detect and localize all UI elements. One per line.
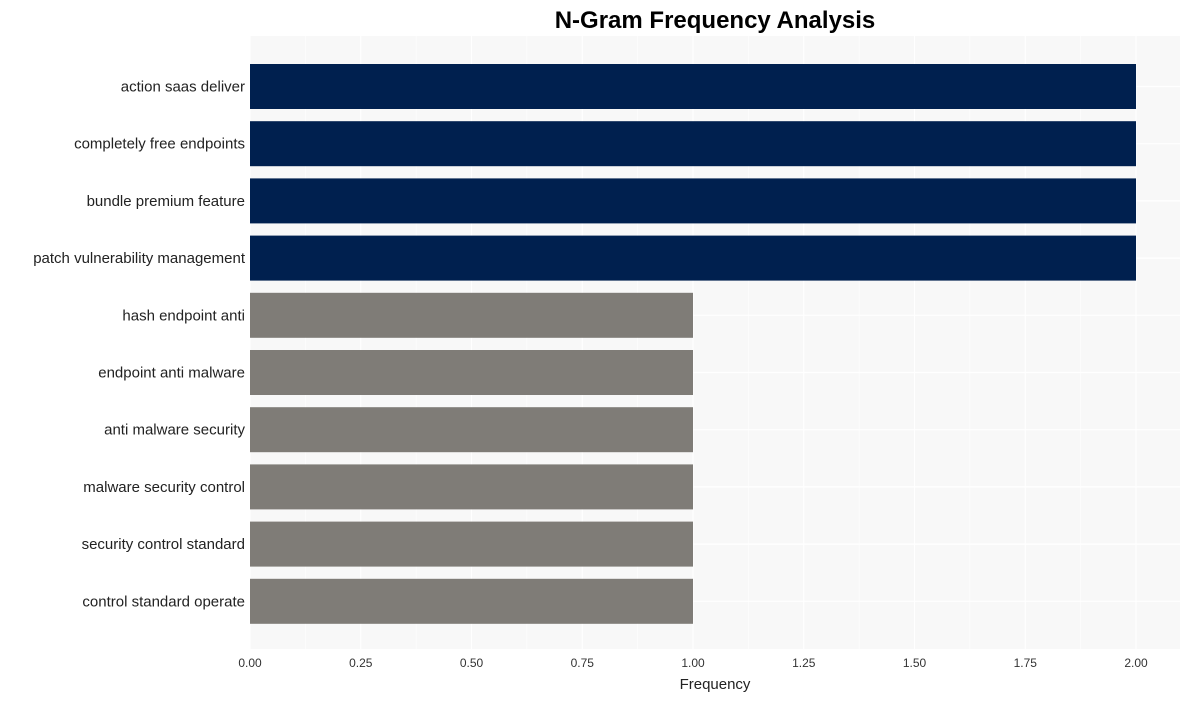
x-tick-label: 1.50	[903, 656, 927, 670]
y-tick-label: security control standard	[82, 536, 245, 553]
x-tick-label: 1.75	[1014, 656, 1038, 670]
x-tick-label: 0.00	[238, 656, 262, 670]
x-axis-ticks: 0.00 0.25 0.50 0.75 1.00 1.25 1.50 1.75 2.00	[238, 656, 1148, 670]
y-tick-label: endpoint anti malware	[98, 365, 245, 382]
bar-anti-malware-security	[250, 407, 693, 453]
y-tick-label: control standard operate	[82, 593, 245, 610]
y-tick-label: action saas deliver	[121, 79, 245, 96]
x-tick-label: 0.75	[571, 656, 595, 670]
y-tick-label: anti malware security	[104, 422, 245, 439]
bar-malware-security-control	[250, 464, 693, 510]
bar-endpoint-anti-malware	[250, 350, 693, 395]
y-tick-label: patch vulnerability management	[33, 250, 246, 267]
bar-control-standard-operate	[250, 578, 693, 624]
x-tick-label: 0.50	[460, 656, 484, 670]
x-tick-label: 1.25	[792, 656, 816, 670]
bar-hash-endpoint-anti	[250, 292, 693, 338]
x-tick-label: 0.25	[349, 656, 373, 670]
bar-patch-vulnerability-management	[250, 235, 1136, 281]
y-tick-label: completely free endpoints	[74, 136, 245, 153]
y-axis-labels: action saas deliver completely free endpo…	[33, 79, 246, 611]
bar-bundle-premium-feature	[250, 178, 1136, 224]
bar-action-saas-deliver	[250, 64, 1136, 109]
bar-security-control-standard	[250, 521, 693, 567]
y-tick-label: malware security control	[83, 479, 245, 496]
y-tick-label: bundle premium feature	[87, 193, 245, 210]
y-tick-label: hash endpoint anti	[122, 307, 245, 324]
bar-completely-free-endpoints	[250, 121, 1136, 167]
x-tick-label: 2.00	[1124, 656, 1148, 670]
x-axis-label: Frequency	[680, 676, 751, 693]
chart-title: N-Gram Frequency Analysis	[555, 7, 876, 34]
x-tick-label: 1.00	[681, 656, 705, 670]
ngram-bar-chart: action saas deliver completely free endpo…	[33, 7, 1180, 693]
